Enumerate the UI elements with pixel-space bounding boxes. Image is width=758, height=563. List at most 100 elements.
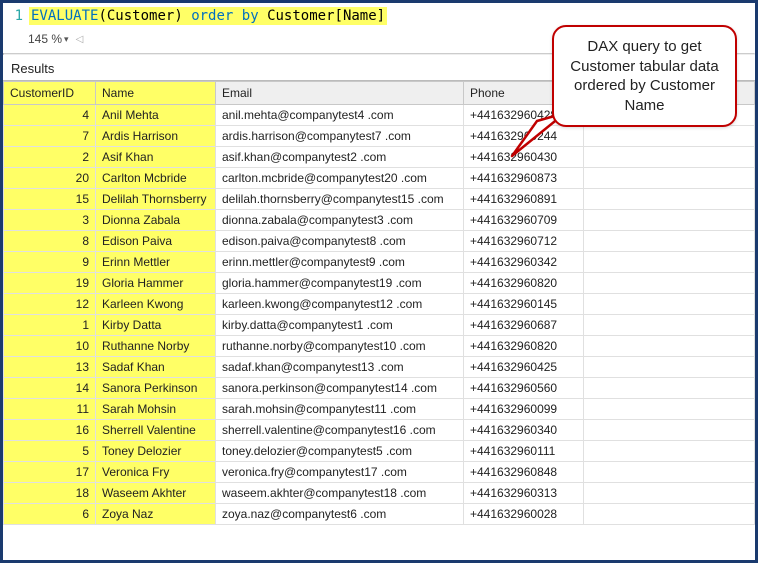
- cell-phone: +441632960712: [464, 231, 584, 252]
- cell-id: 17: [4, 462, 96, 483]
- cell-email: ruthanne.norby@companytest10 .com: [216, 336, 464, 357]
- cell-empty: [584, 336, 755, 357]
- cell-id: 15: [4, 189, 96, 210]
- cell-empty: [584, 126, 755, 147]
- line-number: 1: [9, 8, 23, 24]
- chevron-down-icon: ▾: [64, 34, 69, 45]
- cell-phone: +441632960028: [464, 504, 584, 525]
- query-editor[interactable]: 1 EVALUATE(Customer) order by Customer[N…: [3, 3, 755, 27]
- table-row[interactable]: 9Erinn Mettlererinn.mettler@companytest9…: [4, 252, 755, 273]
- cell-email: sherrell.valentine@companytest16 .com: [216, 420, 464, 441]
- cell-name: Delilah Thornsberry: [96, 189, 216, 210]
- table-row[interactable]: 13Sadaf Khansadaf.khan@companytest13 .co…: [4, 357, 755, 378]
- col-customer-id[interactable]: CustomerID: [4, 82, 96, 105]
- cell-name: Ardis Harrison: [96, 126, 216, 147]
- cell-email: sadaf.khan@companytest13 .com: [216, 357, 464, 378]
- table-row[interactable]: 2Asif Khanasif.khan@companytest2 .com+44…: [4, 147, 755, 168]
- table-row[interactable]: 17Veronica Fryveronica.fry@companytest17…: [4, 462, 755, 483]
- cell-phone: +441632960709: [464, 210, 584, 231]
- cell-name: Waseem Akhter: [96, 483, 216, 504]
- cell-empty: [584, 483, 755, 504]
- cell-name: Sanora Perkinson: [96, 378, 216, 399]
- table-row[interactable]: 19Gloria Hammergloria.hammer@companytest…: [4, 273, 755, 294]
- col-name[interactable]: Name: [96, 82, 216, 105]
- cell-email: edison.paiva@companytest8 .com: [216, 231, 464, 252]
- cell-phone: +441632960687: [464, 315, 584, 336]
- cell-phone: +441632960848: [464, 462, 584, 483]
- table-row[interactable]: 7Ardis Harrisonardis.harrison@companytes…: [4, 126, 755, 147]
- col-email[interactable]: Email: [216, 82, 464, 105]
- cell-id: 3: [4, 210, 96, 231]
- cell-email: veronica.fry@companytest17 .com: [216, 462, 464, 483]
- cell-name: Carlton Mcbride: [96, 168, 216, 189]
- cell-email: sanora.perkinson@companytest14 .com: [216, 378, 464, 399]
- cell-phone: +441632960099: [464, 399, 584, 420]
- cell-empty: [584, 378, 755, 399]
- cell-id: 8: [4, 231, 96, 252]
- cell-phone: +441632960111: [464, 441, 584, 462]
- cell-email: ardis.harrison@companytest7 .com: [216, 126, 464, 147]
- query-line: 1 EVALUATE(Customer) order by Customer[N…: [9, 7, 749, 25]
- table-row[interactable]: 8Edison Paivaedison.paiva@companytest8 .…: [4, 231, 755, 252]
- table-row[interactable]: 11Sarah Mohsinsarah.mohsin@companytest11…: [4, 399, 755, 420]
- cell-id: 5: [4, 441, 96, 462]
- cell-email: asif.khan@companytest2 .com: [216, 147, 464, 168]
- cell-empty: [584, 168, 755, 189]
- cell-name: Sarah Mohsin: [96, 399, 216, 420]
- table-row[interactable]: 1Kirby Dattakirby.datta@companytest1 .co…: [4, 315, 755, 336]
- cell-email: erinn.mettler@companytest9 .com: [216, 252, 464, 273]
- cell-id: 14: [4, 378, 96, 399]
- cell-empty: [584, 252, 755, 273]
- cell-id: 2: [4, 147, 96, 168]
- table-row[interactable]: 6Zoya Nazzoya.naz@companytest6 .com+4416…: [4, 504, 755, 525]
- keyword-evaluate: EVALUATE: [31, 8, 98, 24]
- cell-name: Anil Mehta: [96, 105, 216, 126]
- table-row[interactable]: 10Ruthanne Norbyruthanne.norby@companyte…: [4, 336, 755, 357]
- cell-name: Toney Delozier: [96, 441, 216, 462]
- bracket-open: [: [335, 8, 343, 24]
- cell-email: zoya.naz@companytest6 .com: [216, 504, 464, 525]
- annotation-callout: DAX query to get Customer tabular data o…: [552, 25, 737, 127]
- cell-email: kirby.datta@companytest1 .com: [216, 315, 464, 336]
- ref-column: Name: [343, 8, 377, 24]
- cell-phone: +441632960820: [464, 336, 584, 357]
- table-row[interactable]: 14Sanora Perkinsonsanora.perkinson@compa…: [4, 378, 755, 399]
- results-grid-wrap[interactable]: CustomerID Name Email Phone 4Anil Mehtaa…: [3, 80, 755, 537]
- cell-empty: [584, 504, 755, 525]
- cell-id: 19: [4, 273, 96, 294]
- cell-phone: +441632960873: [464, 168, 584, 189]
- cell-email: delilah.thornsberry@companytest15 .com: [216, 189, 464, 210]
- cell-name: Karleen Kwong: [96, 294, 216, 315]
- cell-phone: +441632960340: [464, 420, 584, 441]
- table-row[interactable]: 18Waseem Akhterwaseem.akhter@companytest…: [4, 483, 755, 504]
- cell-empty: [584, 441, 755, 462]
- cell-phone: +441632960430: [464, 147, 584, 168]
- callout-text: DAX query to get Customer tabular data o…: [570, 38, 718, 114]
- cell-id: 9: [4, 252, 96, 273]
- table-row[interactable]: 20Carlton Mcbridecarlton.mcbride@company…: [4, 168, 755, 189]
- cell-id: 16: [4, 420, 96, 441]
- cell-phone: +441632960145: [464, 294, 584, 315]
- query-text[interactable]: EVALUATE(Customer) order by Customer[Nam…: [29, 7, 387, 25]
- cell-name: Dionna Zabala: [96, 210, 216, 231]
- cell-phone: +441632960342: [464, 252, 584, 273]
- zoom-dropdown[interactable]: 145 % ▾: [25, 31, 72, 47]
- table-row[interactable]: 15Delilah Thornsberrydelilah.thornsberry…: [4, 189, 755, 210]
- cell-id: 20: [4, 168, 96, 189]
- cell-name: Kirby Datta: [96, 315, 216, 336]
- table-row[interactable]: 5Toney Deloziertoney.delozier@companytes…: [4, 441, 755, 462]
- cell-phone: +441632960313: [464, 483, 584, 504]
- cell-name: Sadaf Khan: [96, 357, 216, 378]
- cell-empty: [584, 315, 755, 336]
- cell-email: waseem.akhter@companytest18 .com: [216, 483, 464, 504]
- cell-id: 13: [4, 357, 96, 378]
- cell-name: Erinn Mettler: [96, 252, 216, 273]
- cell-email: sarah.mohsin@companytest11 .com: [216, 399, 464, 420]
- cell-empty: [584, 147, 755, 168]
- cell-name: Gloria Hammer: [96, 273, 216, 294]
- scroll-left-icon[interactable]: ◁: [76, 34, 84, 45]
- table-row[interactable]: 3Dionna Zabaladionna.zabala@companytest3…: [4, 210, 755, 231]
- table-row[interactable]: 16Sherrell Valentinesherrell.valentine@c…: [4, 420, 755, 441]
- table-row[interactable]: 12Karleen Kwongkarleen.kwong@companytest…: [4, 294, 755, 315]
- cell-email: gloria.hammer@companytest19 .com: [216, 273, 464, 294]
